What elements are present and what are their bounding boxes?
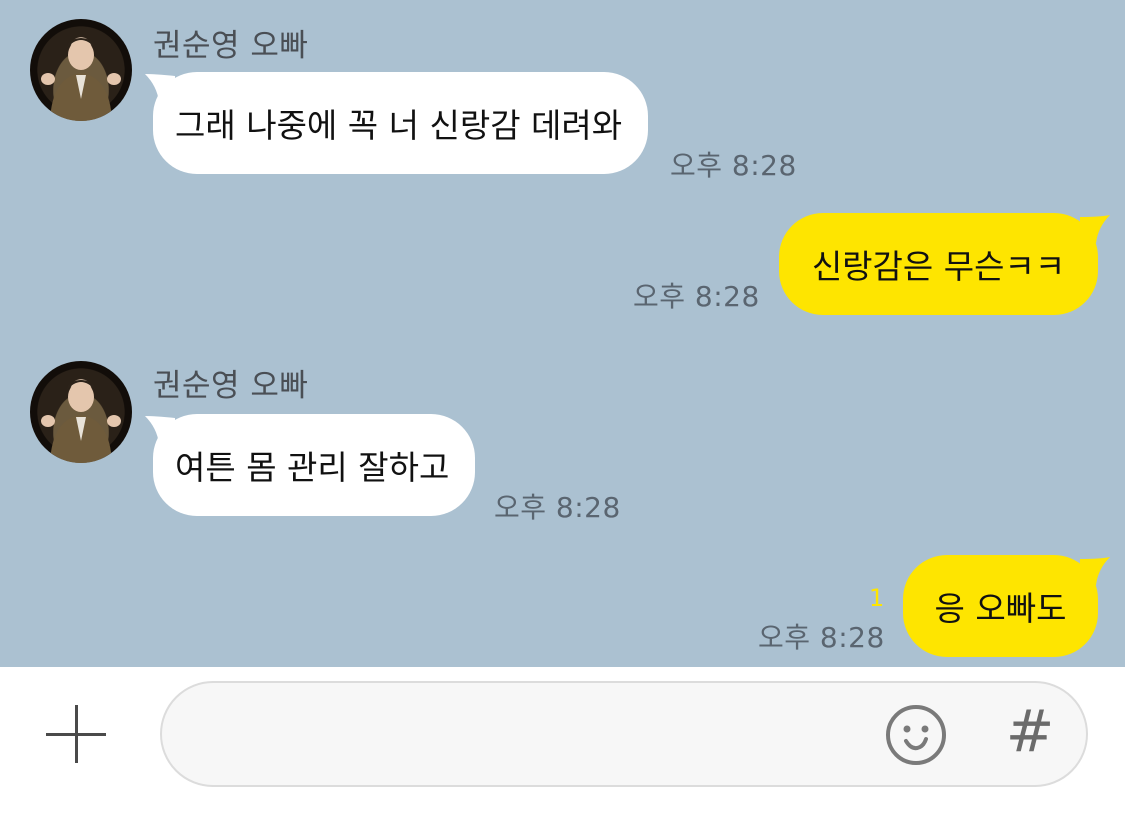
sender-name: 권순영 오빠 [153,28,309,64]
sender-name: 권순영 오빠 [153,368,309,404]
unread-count: 1 [869,584,885,612]
emoji-icon[interactable] [884,703,948,767]
message-text: 여튼 몸 관리 잘하고 [175,448,450,487]
bubble-tail [145,74,175,102]
bubble-tail [1080,215,1110,243]
message-input[interactable] [192,703,872,765]
chat-area[interactable]: 권순영 오빠 그래 나중에 꼭 너 신랑감 데려와 오후 8:28 오후 8:2… [0,0,1125,667]
message-text: 응 오빠도 [934,589,1067,628]
message-bubble-outgoing[interactable]: 신랑감은 무슨ㅋㅋ [779,213,1110,315]
message-time: 오후 8:28 [633,280,760,313]
input-bar: # [0,667,1125,814]
message-time: 오후 8:28 [758,621,885,654]
message-time: 오후 8:28 [670,149,797,182]
message-bubble-incoming[interactable]: 여튼 몸 관리 잘하고 [145,414,476,516]
plus-icon[interactable] [46,703,108,765]
message-input-field[interactable]: # [160,681,1088,787]
sender-avatar[interactable] [30,19,132,121]
bubble-tail [1080,557,1110,585]
message-time: 오후 8:28 [494,491,621,524]
message-bubble-incoming[interactable]: 그래 나중에 꼭 너 신랑감 데려와 [145,72,649,174]
message-bubble-outgoing[interactable]: 응 오빠도 [903,555,1110,657]
message-text: 그래 나중에 꼭 너 신랑감 데려와 [175,106,623,145]
sender-avatar[interactable] [30,361,132,463]
bubble-tail [145,416,175,444]
hash-button[interactable]: # [1002,695,1058,767]
message-text: 신랑감은 무슨ㅋㅋ [811,247,1066,286]
